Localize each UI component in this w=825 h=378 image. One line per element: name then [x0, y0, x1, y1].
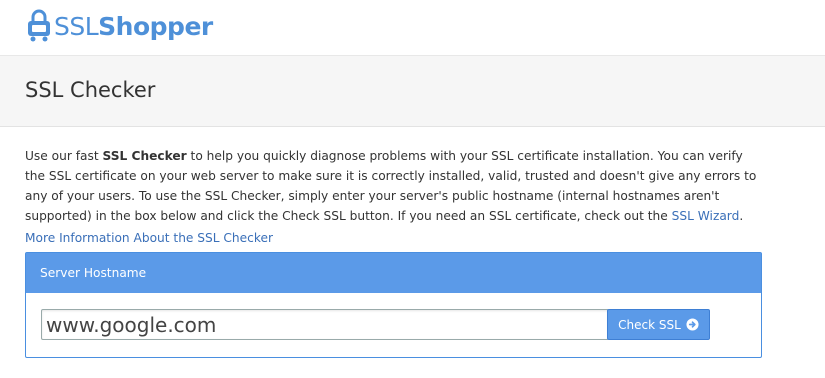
- check-ssl-button[interactable]: Check SSL: [607, 309, 710, 340]
- arrow-right-circle-icon: [686, 318, 699, 331]
- logo-text: SSLShopper: [54, 14, 213, 39]
- checker-panel: Server Hostname Check SSL: [25, 252, 762, 358]
- main-content: Use our fast SSL Checker to help you qui…: [0, 127, 825, 358]
- site-header: SSLShopper: [0, 0, 825, 56]
- intro-text-before: Use our fast: [25, 149, 103, 163]
- intro-bold: SSL Checker: [102, 149, 187, 163]
- lock-cart-icon: [28, 9, 50, 42]
- logo-ssl-text: SSL: [54, 11, 99, 41]
- intro-end: .: [739, 209, 744, 223]
- ssl-wizard-link[interactable]: SSL Wizard: [672, 209, 740, 223]
- logo-shopper-text: Shopper: [98, 11, 213, 41]
- title-bar: SSL Checker: [0, 56, 825, 127]
- page-title: SSL Checker: [25, 78, 156, 102]
- site-logo[interactable]: SSLShopper: [26, 4, 213, 48]
- panel-body: Check SSL: [26, 293, 761, 357]
- intro-paragraph: Use our fast SSL Checker to help you qui…: [25, 146, 760, 226]
- more-info-link[interactable]: More Information About the SSL Checker: [25, 231, 273, 245]
- check-ssl-label: Check SSL: [618, 317, 681, 332]
- hostname-input[interactable]: [41, 309, 609, 340]
- panel-heading: Server Hostname: [26, 253, 761, 293]
